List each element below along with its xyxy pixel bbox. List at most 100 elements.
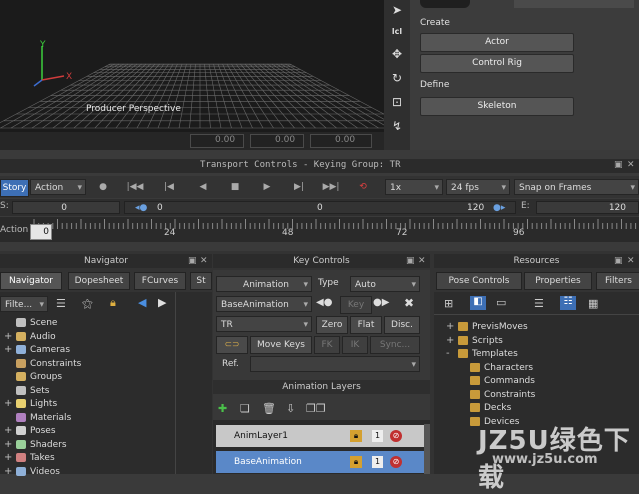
prev-key-icon[interactable]: ◀● <box>316 297 332 308</box>
scale-icon[interactable]: ⊡ <box>388 94 406 110</box>
navigator-item[interactable]: Audio <box>16 331 56 342</box>
expand-toggle[interactable]: + <box>4 398 12 409</box>
tab-properties[interactable]: Properties <box>524 272 592 290</box>
detail-view-icon[interactable]: ☷ <box>560 296 576 310</box>
close-icon[interactable]: ✕ <box>200 256 208 266</box>
viewer-3d[interactable]: Y X Producer Perspective 0.00 0.00 0.00 <box>0 0 384 150</box>
float-icon[interactable]: ▣ <box>188 256 197 266</box>
current-frame-slider[interactable]: ◂● 0 0 120 ●▸ <box>124 201 516 214</box>
navigator-item[interactable]: Poses <box>16 426 56 436</box>
close-icon[interactable]: ✕ <box>627 160 635 170</box>
coord-z-field[interactable]: 0.00 <box>310 134 372 148</box>
zero-button[interactable]: Zero <box>316 316 348 334</box>
range-end-handle-icon[interactable]: ●▸ <box>493 202 505 215</box>
play-icon[interactable]: ▶ <box>258 180 276 194</box>
ref-dropdown[interactable] <box>250 356 420 373</box>
float-icon[interactable]: ▣ <box>406 256 415 266</box>
expand-toggle[interactable]: + <box>4 452 12 463</box>
tab-fcurves[interactable]: FCurves <box>134 272 186 290</box>
navigator-item[interactable]: Videos <box>16 466 60 477</box>
lock-icon[interactable]: 🔒︎ <box>110 296 116 310</box>
close-icon[interactable]: ✕ <box>627 256 635 266</box>
mute-icon[interactable]: ⊘ <box>390 430 402 442</box>
pick-icon[interactable]: ↯ <box>388 118 406 134</box>
goto-end-icon[interactable]: ▶▶| <box>322 180 340 194</box>
start-frame-field[interactable]: 0 <box>12 201 120 214</box>
float-icon[interactable]: ▣ <box>614 256 623 266</box>
forward-arrow-icon[interactable]: ▶ <box>158 296 166 309</box>
expand-toggle[interactable]: + <box>446 321 454 332</box>
layer-weight[interactable]: 1 <box>372 456 383 468</box>
snap-dropdown[interactable]: Snap on Frames <box>514 179 639 196</box>
move-icon[interactable]: ✥ <box>388 46 406 62</box>
single-view-icon[interactable]: ▭ <box>496 296 506 309</box>
navigator-item[interactable]: Scene <box>16 318 57 328</box>
expand-toggle[interactable]: + <box>4 344 12 355</box>
float-icon[interactable]: ▣ <box>614 160 623 170</box>
prev-key-icon[interactable]: |◀ <box>160 180 178 194</box>
layer-row[interactable]: AnimLayer1 🔒︎ 1 ⊘ <box>216 425 424 447</box>
skeleton-button[interactable]: Skeleton <box>420 97 574 116</box>
tab-pose-controls[interactable]: Pose Controls <box>436 272 522 290</box>
list-view-icon[interactable]: ☰ <box>56 297 66 310</box>
layer-weight[interactable]: 1 <box>372 430 383 442</box>
expand-toggle[interactable]: + <box>4 466 12 477</box>
tab-navigator[interactable]: Navigator <box>0 272 62 290</box>
delete-key-icon[interactable]: ✖ <box>404 296 414 310</box>
duplicate-layer-icon[interactable]: ❏ <box>240 402 250 415</box>
character-dropdown[interactable] <box>514 0 634 8</box>
mode-dropdown[interactable]: Action <box>30 179 86 196</box>
sync-button[interactable]: Sync... <box>370 336 420 354</box>
navigator-item[interactable]: Constraints <box>16 358 81 369</box>
expand-toggle[interactable]: - <box>446 348 450 359</box>
timeline-cursor[interactable]: 0 <box>30 224 52 240</box>
disc-button[interactable]: Disc. <box>384 316 420 334</box>
end-frame-field[interactable]: 120 <box>536 201 639 214</box>
splitter[interactable] <box>0 150 639 159</box>
icon-view-icon[interactable]: ▦ <box>588 297 598 310</box>
layer-scrollbar[interactable] <box>424 424 430 474</box>
layer-row[interactable]: BaseAnimation 🔒︎ 1 ⊘ <box>216 451 424 473</box>
mute-icon[interactable]: ⊘ <box>390 456 402 468</box>
add-filter-icon[interactable]: ⚝ <box>82 297 93 311</box>
navigator-item[interactable]: Shaders <box>16 439 67 450</box>
delete-layer-icon[interactable]: 🗑︎ <box>262 402 276 415</box>
local-transform-icon[interactable]: lcl <box>388 24 406 40</box>
base-animation-dropdown[interactable]: BaseAnimation <box>216 296 312 313</box>
lock-icon[interactable]: 🔒︎ <box>350 430 362 442</box>
split-view-icon[interactable]: ◧ <box>470 296 486 310</box>
filter-dropdown[interactable]: Filte... <box>0 296 48 313</box>
play-reverse-icon[interactable]: ◀ <box>194 180 212 194</box>
expand-toggle[interactable]: + <box>4 331 12 342</box>
back-arrow-icon[interactable]: ◀ <box>138 296 146 309</box>
navigator-item[interactable]: Cameras <box>16 345 70 355</box>
rotate-icon[interactable]: ↻ <box>388 70 406 86</box>
navigator-item[interactable]: Sets <box>16 385 49 396</box>
resource-item[interactable]: Commands <box>470 376 535 386</box>
story-button[interactable]: Story <box>0 179 29 197</box>
animation-dropdown[interactable]: Animation <box>216 276 312 293</box>
goto-start-icon[interactable]: |◀◀ <box>126 180 144 194</box>
record-icon[interactable]: ● <box>94 180 112 194</box>
coord-y-field[interactable]: 0.00 <box>250 134 304 148</box>
navigator-item[interactable]: Lights <box>16 399 57 409</box>
speed-dropdown[interactable]: 1x <box>385 179 443 196</box>
actor-button[interactable]: Actor <box>420 33 574 52</box>
merge-layer-icon[interactable]: ⇩ <box>286 402 295 415</box>
keying-group-dropdown[interactable]: TR <box>216 316 312 333</box>
resource-item[interactable]: Decks <box>470 403 511 413</box>
control-rig-button[interactable]: Control Rig <box>420 54 574 73</box>
navigator-item[interactable]: Takes <box>16 453 55 463</box>
expand-toggle[interactable]: + <box>4 425 12 436</box>
key-toggle-icon[interactable]: ⊂⊃ <box>216 336 248 354</box>
loop-icon[interactable]: ⟲ <box>354 180 372 194</box>
lock-icon[interactable]: 🔒︎ <box>350 456 362 468</box>
coord-x-field[interactable]: 0.00 <box>190 134 244 148</box>
type-dropdown[interactable]: Auto <box>350 276 420 293</box>
list-view-icon[interactable]: ☰ <box>534 297 544 310</box>
resource-item[interactable]: Constraints <box>470 389 535 400</box>
expand-toggle[interactable]: + <box>4 439 12 450</box>
fk-button[interactable]: FK <box>314 336 340 354</box>
tab-story[interactable]: St <box>190 272 212 290</box>
tab-filters[interactable]: Filters <box>596 272 639 290</box>
